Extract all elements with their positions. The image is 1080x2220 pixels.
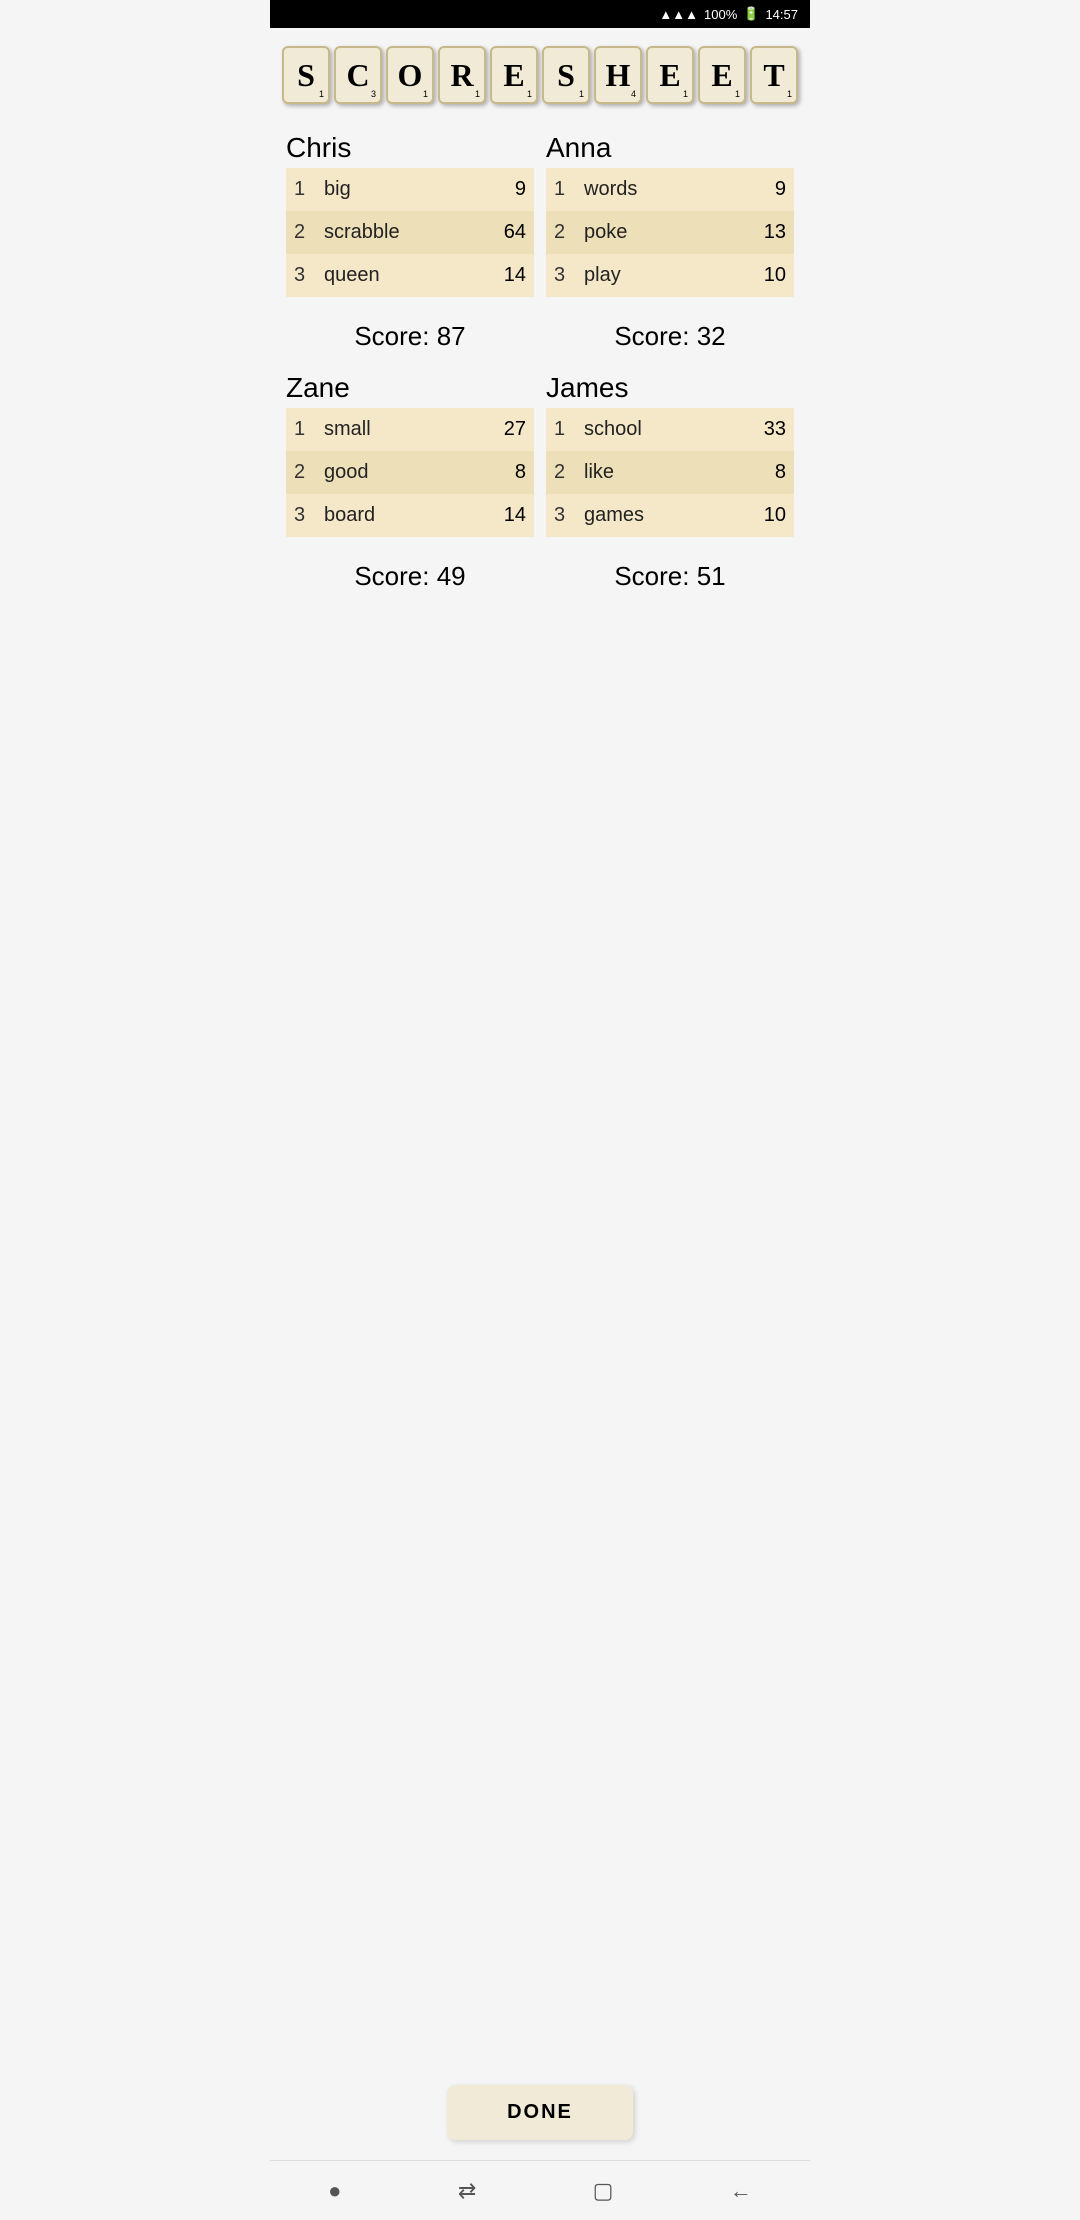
battery-text: 100% [704, 7, 737, 22]
battery-icon: 🔋 [743, 6, 759, 22]
table-row: 3 games 10 [546, 494, 794, 537]
word: like [576, 451, 721, 494]
status-bar: ▲▲▲ 100% 🔋 14:57 [270, 0, 810, 28]
turn-number: 2 [286, 451, 316, 494]
title-tile-s: S1 [542, 46, 590, 104]
signal-icon: ▲▲▲ [659, 7, 698, 22]
turn-number: 1 [286, 408, 316, 451]
word: good [316, 451, 455, 494]
title-tile-h: H4 [594, 46, 642, 104]
score: 13 [717, 211, 795, 254]
turn-number: 1 [546, 408, 576, 451]
nav-arrows-icon[interactable]: ⇄ [458, 2178, 476, 2204]
bottom-players-grid: Zane 1 small 27 2 good 8 3 board 14 Jame… [286, 364, 794, 537]
turn-number: 2 [286, 211, 316, 254]
turn-number: 1 [286, 168, 316, 211]
james-name: James [546, 372, 794, 404]
anna-table: 1 words 9 2 poke 13 3 play 10 [546, 168, 794, 297]
turn-number: 3 [286, 494, 316, 537]
table-row: 1 words 9 [546, 168, 794, 211]
bottom-scores-row: Score: 49 Score: 51 [286, 537, 794, 604]
james-total: Score: 51 [546, 561, 794, 592]
turn-number: 3 [546, 494, 576, 537]
score: 10 [717, 254, 795, 297]
word: small [316, 408, 455, 451]
score: 14 [455, 494, 534, 537]
player-chris: Chris 1 big 9 2 scrabble 64 3 queen 14 [286, 124, 534, 297]
table-row: 1 small 27 [286, 408, 534, 451]
title-tile-s: S1 [282, 46, 330, 104]
word: board [316, 494, 455, 537]
score: 33 [721, 408, 794, 451]
nav-dot-icon[interactable]: ● [328, 2178, 341, 2204]
word: big [316, 168, 470, 211]
nav-bar: ● ⇄ ▢ ← [270, 2160, 810, 2220]
title-tile-r: R1 [438, 46, 486, 104]
score: 9 [470, 168, 534, 211]
table-row: 1 big 9 [286, 168, 534, 211]
table-row: 3 queen 14 [286, 254, 534, 297]
word: school [576, 408, 721, 451]
james-table: 1 school 33 2 like 8 3 games 10 [546, 408, 794, 537]
word: queen [316, 254, 470, 297]
table-row: 2 scrabble 64 [286, 211, 534, 254]
title-tile-t: T1 [750, 46, 798, 104]
nav-square-icon[interactable]: ▢ [593, 2178, 614, 2204]
turn-number: 2 [546, 211, 576, 254]
table-row: 2 like 8 [546, 451, 794, 494]
time-text: 14:57 [765, 7, 798, 22]
score: 64 [470, 211, 534, 254]
done-button[interactable]: DONE [447, 2085, 633, 2140]
title-tile-c: C3 [334, 46, 382, 104]
score: 8 [721, 451, 794, 494]
player-zane: Zane 1 small 27 2 good 8 3 board 14 [286, 364, 534, 537]
turn-number: 3 [546, 254, 576, 297]
zane-name: Zane [286, 372, 534, 404]
zane-total: Score: 49 [286, 561, 534, 592]
turn-number: 1 [546, 168, 576, 211]
anna-total: Score: 32 [546, 321, 794, 352]
top-scores-row: Score: 87 Score: 32 [286, 297, 794, 364]
word: games [576, 494, 721, 537]
table-row: 1 school 33 [546, 408, 794, 451]
chris-table: 1 big 9 2 scrabble 64 3 queen 14 [286, 168, 534, 297]
title-tile-e: E1 [698, 46, 746, 104]
top-players-grid: Chris 1 big 9 2 scrabble 64 3 queen 14 A… [286, 124, 794, 297]
chris-name: Chris [286, 132, 534, 164]
title-tile-e: E1 [490, 46, 538, 104]
done-container: DONE [270, 2069, 810, 2160]
score: 8 [455, 451, 534, 494]
score: 27 [455, 408, 534, 451]
anna-name: Anna [546, 132, 794, 164]
title-tiles: S1C3O1R1E1S1H4E1E1T1 [270, 28, 810, 114]
word: scrabble [316, 211, 470, 254]
turn-number: 2 [546, 451, 576, 494]
chris-total: Score: 87 [286, 321, 534, 352]
table-row: 2 good 8 [286, 451, 534, 494]
main-content: Chris 1 big 9 2 scrabble 64 3 queen 14 A… [270, 114, 810, 2069]
zane-table: 1 small 27 2 good 8 3 board 14 [286, 408, 534, 537]
score: 9 [717, 168, 795, 211]
word: poke [576, 211, 717, 254]
turn-number: 3 [286, 254, 316, 297]
table-row: 3 board 14 [286, 494, 534, 537]
table-row: 3 play 10 [546, 254, 794, 297]
score: 14 [470, 254, 534, 297]
table-row: 2 poke 13 [546, 211, 794, 254]
word: words [576, 168, 717, 211]
word: play [576, 254, 717, 297]
title-tile-o: O1 [386, 46, 434, 104]
player-james: James 1 school 33 2 like 8 3 games 10 [546, 364, 794, 537]
title-tile-e: E1 [646, 46, 694, 104]
nav-back-icon[interactable]: ← [730, 2178, 752, 2204]
player-anna: Anna 1 words 9 2 poke 13 3 play 10 [546, 124, 794, 297]
score: 10 [721, 494, 794, 537]
